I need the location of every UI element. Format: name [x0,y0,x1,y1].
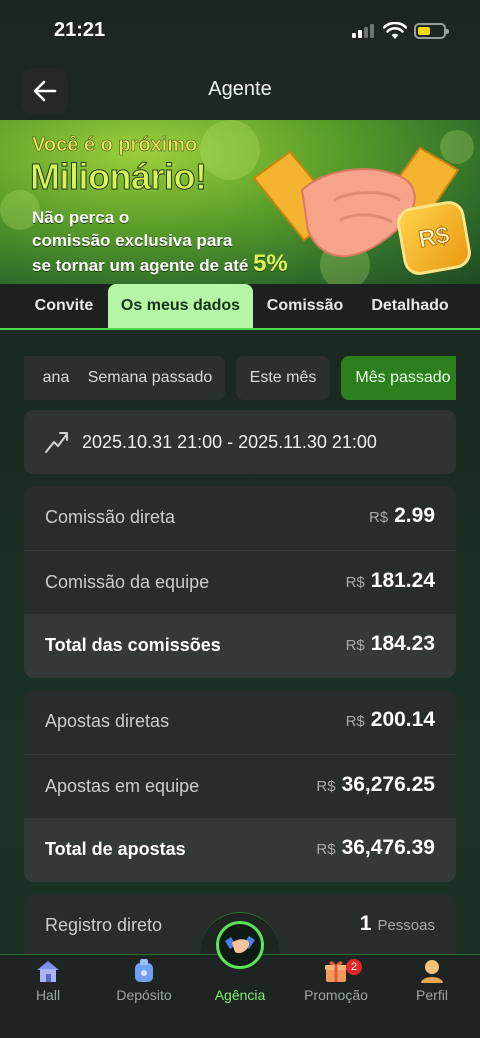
tab-convite[interactable]: Convite [22,284,106,328]
agency-center-button[interactable] [216,921,264,969]
date-range-selector[interactable]: 2025.10.31 21:00 - 2025.11.30 21:00 [24,410,456,474]
nav-hall-label: Hall [35,987,61,1003]
team-bets-label: Apostas em equipe [45,776,200,796]
currency-symbol: R$ [316,841,336,858]
filter-semana-passado[interactable]: Semana passado [75,356,225,400]
user-icon [421,960,443,983]
house-icon [37,961,59,982]
nav-perfil[interactable]: Perfil [384,955,480,1015]
tab-detalhado[interactable]: Detalhado [362,284,458,328]
currency-symbol: R$ [345,574,365,591]
header: Agente [0,62,480,120]
registrations-unit: Pessoas [377,917,435,934]
direct-registrations-value: 1 [359,912,372,935]
direct-commission-value: 2.99 [394,504,435,527]
team-commission-value: 181.24 [370,569,435,592]
direct-commission-label: Comissão direta [45,507,176,527]
direct-registrations-label: Registro direto [45,915,163,935]
row-direct-commission: Comissão direta R$ 2.99 [24,486,456,550]
row-team-bets: Apostas em equipe R$ 36,276.25 [24,754,456,818]
row-direct-bets: Apostas diretas R$ 200.14 [24,690,456,754]
row-total-bets: Total de apostas R$ 36,476.39 [24,818,456,882]
notification-badge: 2 [346,959,362,975]
status-time: 21:21 [54,19,106,41]
currency-symbol: R$ [345,713,365,730]
team-commission-label: Comissão da equipe [45,572,210,592]
date-range-text: 2025.10.31 21:00 - 2025.11.30 21:00 [82,432,377,452]
nav-hall[interactable]: Hall [0,955,96,1015]
bets-card: Apostas diretas R$ 200.14 Apostas em equi… [24,690,456,882]
nav-agencia-label: Agência [214,987,266,1003]
gift-icon [325,961,347,982]
total-bets-label: Total de apostas [45,839,186,859]
nav-promocao[interactable]: 2 Promoção [288,955,384,1015]
nav-promocao-label: Promoção [304,987,368,1003]
status-bar: 21:21 [0,0,480,62]
tab-comissao[interactable]: Comissão [260,284,350,328]
direct-bets-label: Apostas diretas [45,711,170,731]
currency-symbol: R$ [345,637,365,654]
wallet-icon [135,959,153,982]
page-title: Agente [208,78,272,100]
total-commission-value: 184.23 [370,632,435,655]
tab-bar: Convite Os meus dados Comissão Detalhado [0,284,480,330]
total-commission-label: Total das comissões [45,635,221,655]
coin-icon: R$ [394,198,474,278]
filter-este-mes[interactable]: Este mês [236,356,330,400]
direct-bets-value: 200.14 [370,708,435,731]
total-bets-value: 36,476.39 [341,836,435,859]
banner-title: Milionário! [30,156,208,198]
team-bets-value: 36,276.25 [341,773,435,796]
handshake-icon [225,936,255,954]
cellular-signal-icon [352,24,376,38]
row-total-commission: Total das comissões R$ 184.23 [24,614,456,678]
period-filter-bar: ana Semana passado Este mês Mês passado [24,356,456,400]
nav-deposito[interactable]: Depósito [96,955,192,1015]
trend-up-icon [45,432,68,453]
wifi-icon [383,22,407,39]
filter-mes-passado[interactable]: Mês passado [341,356,456,400]
tab-os-meus-dados[interactable]: Os meus dados [108,284,253,328]
currency-symbol: R$ [316,778,336,795]
nav-perfil-label: Perfil [416,987,448,1003]
banner-headline: Você é o próximo [32,134,198,157]
promo-banner[interactable]: Você é o próximo Milionário! Não perca o… [0,120,480,284]
currency-symbol: R$ [368,509,389,526]
nav-deposito-label: Depósito [116,987,172,1003]
commission-card: Comissão direta R$ 2.99 Comissão da equip… [24,486,456,678]
battery-icon [414,23,449,39]
row-team-commission: Comissão da equipe R$ 181.24 [24,550,456,614]
